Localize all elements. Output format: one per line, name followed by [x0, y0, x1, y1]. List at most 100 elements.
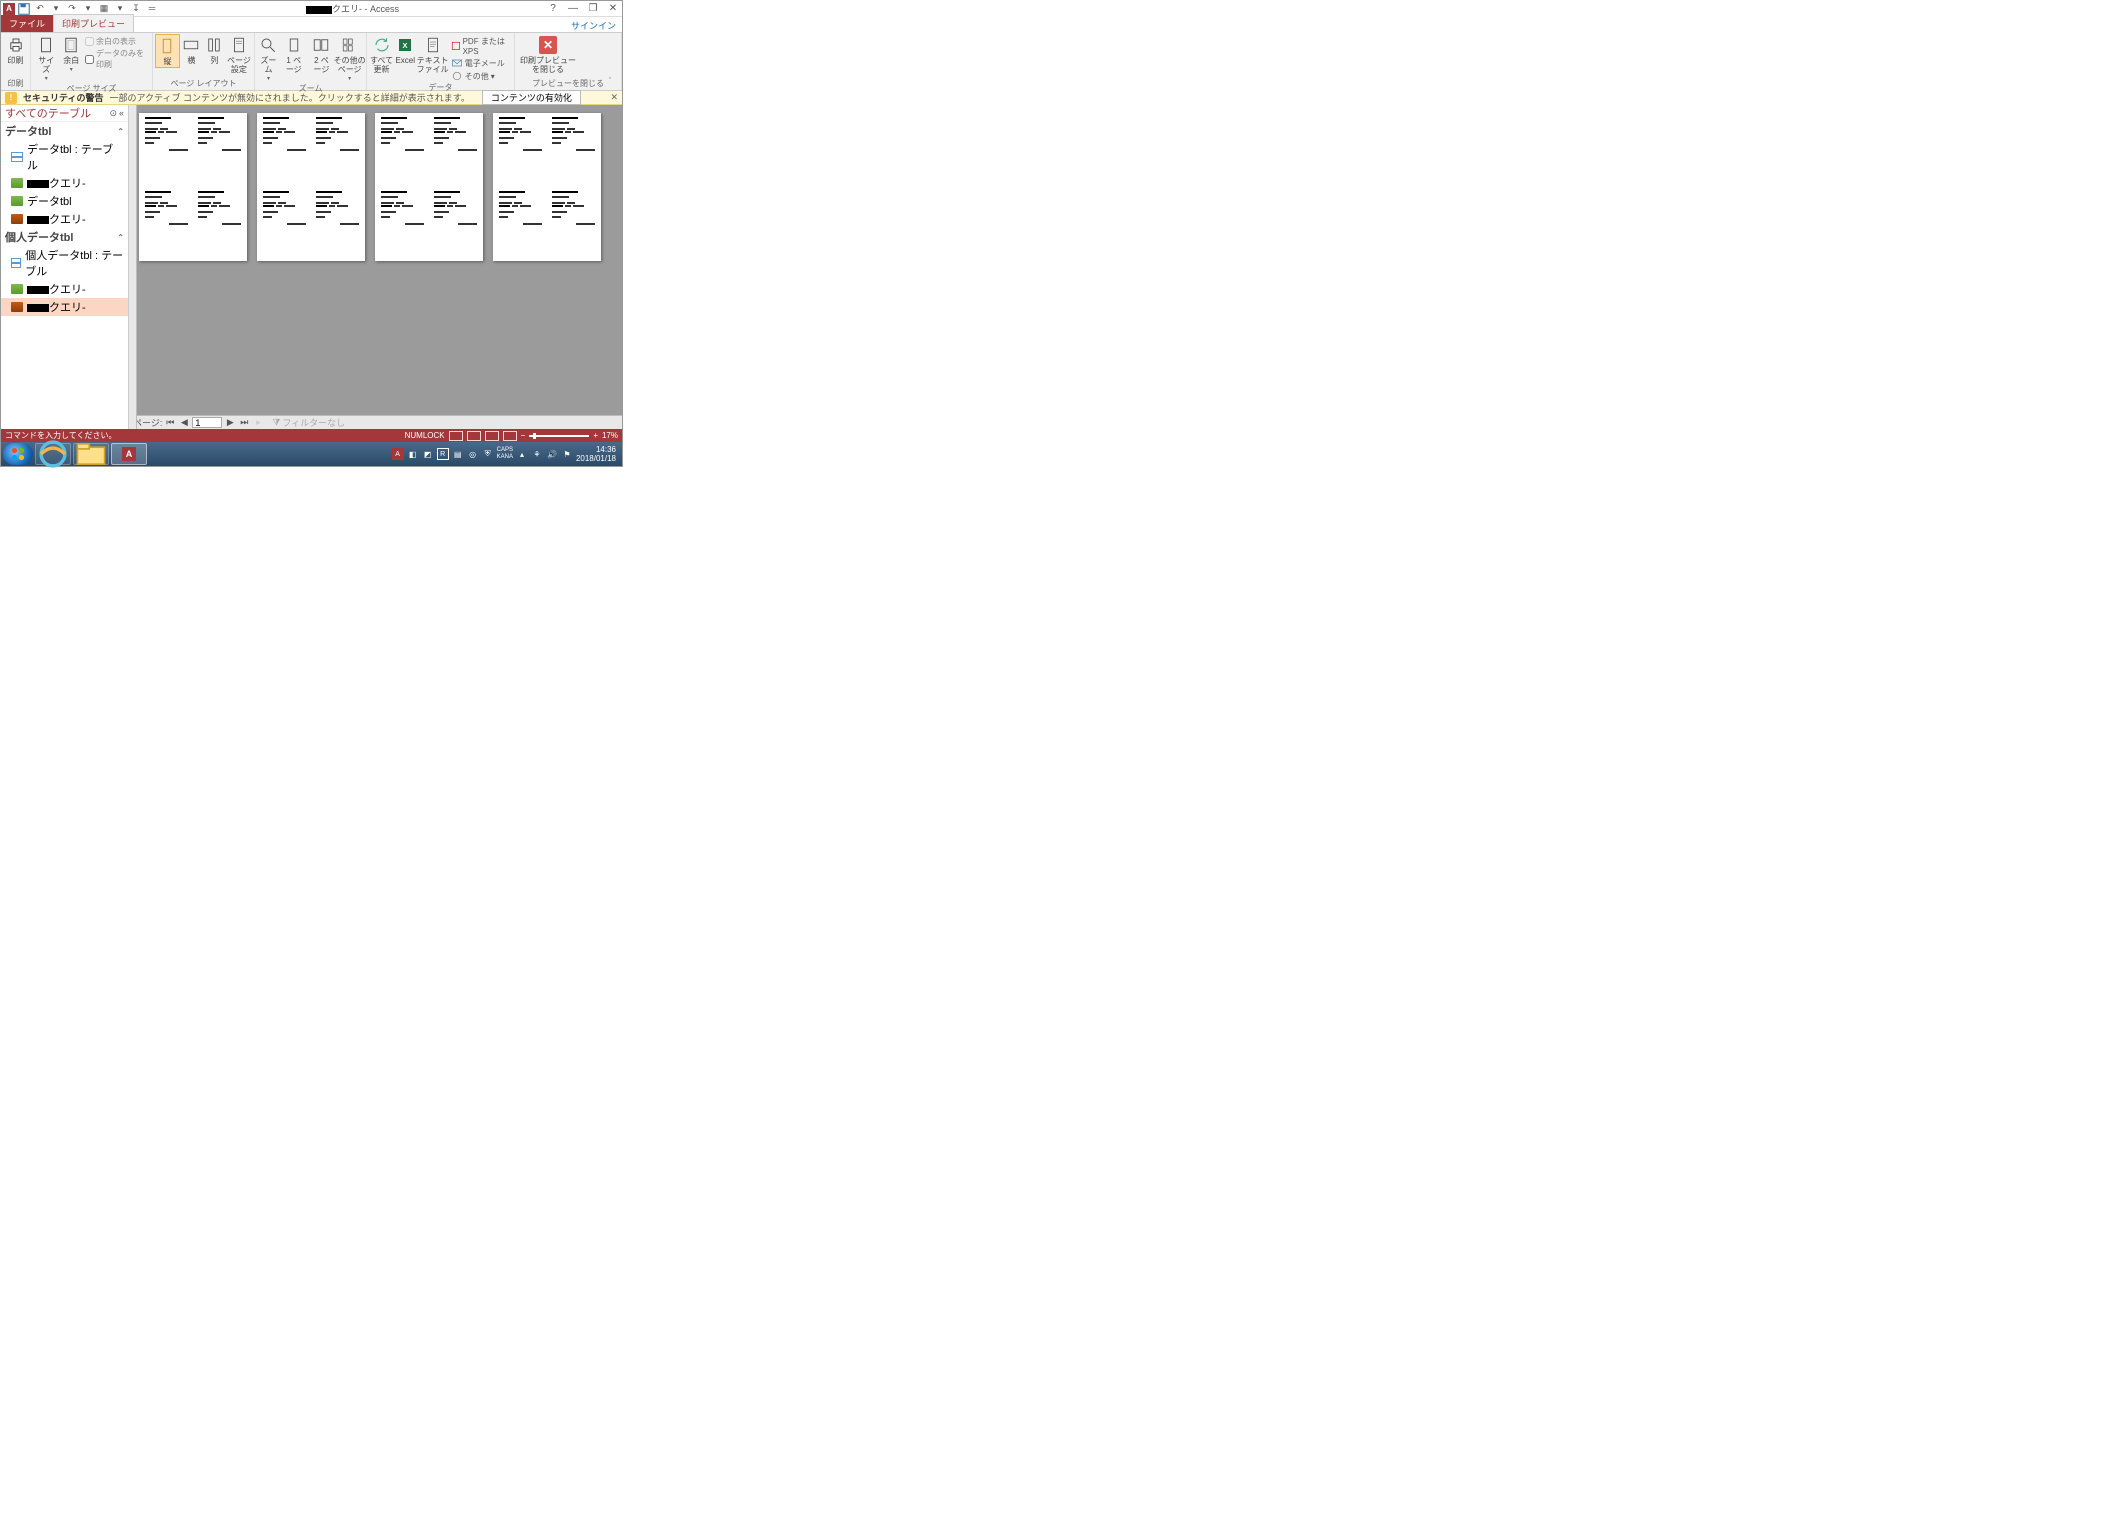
nav-group-header[interactable]: 個人データtbl⌃	[1, 228, 128, 246]
close-window-icon[interactable]: ✕	[606, 2, 620, 16]
one-page-icon	[284, 35, 304, 55]
show-margins-checkbox[interactable]: 余白の表示	[85, 36, 150, 47]
object-tab-strip[interactable]	[129, 105, 137, 429]
ribbon-group-zoom: ズーム▾ 1 ページ 2 ページ その他の ページ▾ ズーム	[255, 33, 367, 90]
zoom-slider[interactable]	[529, 435, 589, 437]
signin-link[interactable]: サインイン	[571, 19, 622, 32]
tray-icon-2[interactable]: ◧	[407, 448, 419, 460]
nav-header[interactable]: すべてのテーブル ⊙ «	[1, 105, 128, 122]
other-export-button[interactable]: その他 ▾	[451, 70, 512, 82]
qat-more-icon[interactable]: ＝	[145, 2, 159, 16]
tray-icon-4[interactable]: R	[437, 448, 449, 460]
preview-page	[375, 113, 483, 261]
nav-item[interactable]: データtbl	[1, 192, 128, 210]
view-design-icon[interactable]	[503, 431, 517, 441]
refresh-all-button[interactable]: すべて 更新	[369, 34, 394, 75]
nav-item[interactable]: クエリ-	[1, 174, 128, 192]
close-security-bar-icon[interactable]: ✕	[610, 92, 618, 103]
portrait-button[interactable]: 縦	[155, 34, 180, 68]
save-icon[interactable]	[17, 2, 31, 16]
taskbar-clock[interactable]: 14:36 2018/01/18	[576, 445, 616, 463]
other-pages-button[interactable]: その他の ページ▾	[335, 34, 364, 83]
nav-item[interactable]: クエリ-	[1, 210, 128, 228]
tray-icon-5[interactable]: ▤	[452, 448, 464, 460]
taskbar-access-icon[interactable]: A	[111, 443, 147, 465]
tab-print-preview[interactable]: 印刷プレビュー	[53, 14, 134, 32]
data-small-buttons: PDF または XPS 電子メール その他 ▾	[449, 34, 512, 82]
nav-collapse-icon[interactable]: «	[119, 108, 124, 119]
pdf-xps-button[interactable]: PDF または XPS	[451, 36, 512, 56]
ribbon: 印刷 印刷 サイズ▾ 余白▾ 余白の表示 データのみを印刷 ペ	[1, 33, 622, 91]
nav-item[interactable]: データtbl : テーブル	[1, 140, 128, 174]
nav-dropdown-icon[interactable]: ⊙	[109, 108, 117, 119]
collapse-group-icon[interactable]: ⌃	[117, 233, 124, 242]
ribbon-group-close: ✕ 印刷プレビュー を閉じる プレビューを閉じる ＾	[515, 33, 622, 90]
text-file-icon	[423, 35, 443, 55]
tray-icon-6[interactable]: ◎	[467, 448, 479, 460]
columns-icon	[204, 35, 224, 55]
new-page-icon[interactable]: ▸	[252, 417, 264, 428]
nav-group-header[interactable]: データtbl⌃	[1, 122, 128, 140]
preview-pages[interactable]	[129, 105, 622, 415]
one-page-button[interactable]: 1 ページ	[280, 34, 308, 75]
ribbon-tabs: ファイル 印刷プレビュー サインイン	[1, 17, 622, 33]
svg-text:X: X	[403, 41, 408, 50]
excel-button[interactable]: X Excel	[394, 34, 416, 66]
page-setup-icon	[229, 35, 249, 55]
text-file-button[interactable]: テキスト ファイル	[416, 34, 448, 75]
page-setup-button[interactable]: ページ 設定	[226, 34, 252, 75]
two-pages-button[interactable]: 2 ページ	[308, 34, 336, 75]
data-only-checkbox[interactable]: データのみを印刷	[85, 48, 150, 70]
taskbar-explorer-icon[interactable]	[73, 443, 109, 465]
nav-item-label: クエリ-	[27, 211, 86, 227]
zoom-percent[interactable]: 17%	[602, 431, 618, 440]
tray-icon-3[interactable]: ◩	[422, 448, 434, 460]
columns-button[interactable]: 列	[203, 34, 226, 66]
tray-action-center-icon[interactable]: ⚑	[561, 448, 573, 460]
restore-icon[interactable]: ❐	[586, 2, 600, 16]
minimize-icon[interactable]: —	[566, 2, 580, 16]
system-tray: A ◧ ◩ R ▤ ◎ ⛨ CAPSKANA ▴ ⚘ 🔊 ⚑ 14:36 201…	[392, 445, 620, 463]
collapse-ribbon-icon[interactable]: ＾	[603, 76, 617, 89]
collapse-group-icon[interactable]: ⌃	[117, 127, 124, 136]
zoom-out-icon[interactable]: −	[521, 431, 526, 440]
nav-item[interactable]: クエリ-	[1, 298, 128, 316]
close-preview-button[interactable]: ✕ 印刷プレビュー を閉じる	[517, 34, 579, 75]
tray-network-icon[interactable]: ⚘	[531, 448, 543, 460]
zoom-button[interactable]: ズーム▾	[257, 34, 280, 83]
nav-item[interactable]: 個人データtbl : テーブル	[1, 246, 128, 280]
tray-show-hidden-icon[interactable]: ▴	[516, 448, 528, 460]
access-app-icon[interactable]: A	[3, 3, 15, 15]
taskbar-ie-icon[interactable]	[35, 443, 71, 465]
size-button[interactable]: サイズ▾	[33, 34, 60, 83]
print-button[interactable]: 印刷	[3, 34, 28, 66]
landscape-button[interactable]: 横	[180, 34, 203, 66]
zoom-in-icon[interactable]: +	[593, 431, 598, 440]
undo-icon[interactable]: ↶	[33, 2, 47, 16]
nav-item[interactable]: クエリ-	[1, 280, 128, 298]
tray-icon-7[interactable]: ⛨	[482, 448, 494, 460]
page-number-input[interactable]	[192, 417, 222, 428]
view-layout-icon[interactable]	[485, 431, 499, 441]
view-print-icon[interactable]	[467, 431, 481, 441]
query-icon	[11, 178, 23, 188]
email-button[interactable]: 電子メール	[451, 57, 512, 69]
first-page-icon[interactable]: ⏮	[164, 417, 176, 428]
next-page-icon[interactable]: ▶	[224, 417, 236, 428]
ribbon-group-page-size: サイズ▾ 余白▾ 余白の表示 データのみを印刷 ページ サイズ	[31, 33, 153, 90]
tab-file[interactable]: ファイル	[1, 15, 53, 32]
tray-volume-icon[interactable]: 🔊	[546, 448, 558, 460]
tray-ime-indicator[interactable]: CAPSKANA	[497, 447, 513, 461]
ribbon-group-print: 印刷 印刷	[1, 33, 31, 90]
margins-button[interactable]: 余白▾	[60, 34, 83, 74]
tray-access-icon[interactable]: A	[392, 448, 404, 460]
last-page-icon[interactable]: ⏭	[238, 417, 250, 428]
start-button[interactable]	[3, 443, 33, 465]
view-report-icon[interactable]	[449, 431, 463, 441]
page-size-icon	[36, 35, 56, 55]
prev-page-icon[interactable]: ◀	[178, 417, 190, 428]
preview-page	[493, 113, 601, 261]
ribbon-group-page-layout: 縦 横 列 ページ 設定 ページ レイアウト	[153, 33, 255, 90]
nav-item-label: データtbl	[27, 193, 72, 209]
help-icon[interactable]: ?	[546, 2, 560, 16]
